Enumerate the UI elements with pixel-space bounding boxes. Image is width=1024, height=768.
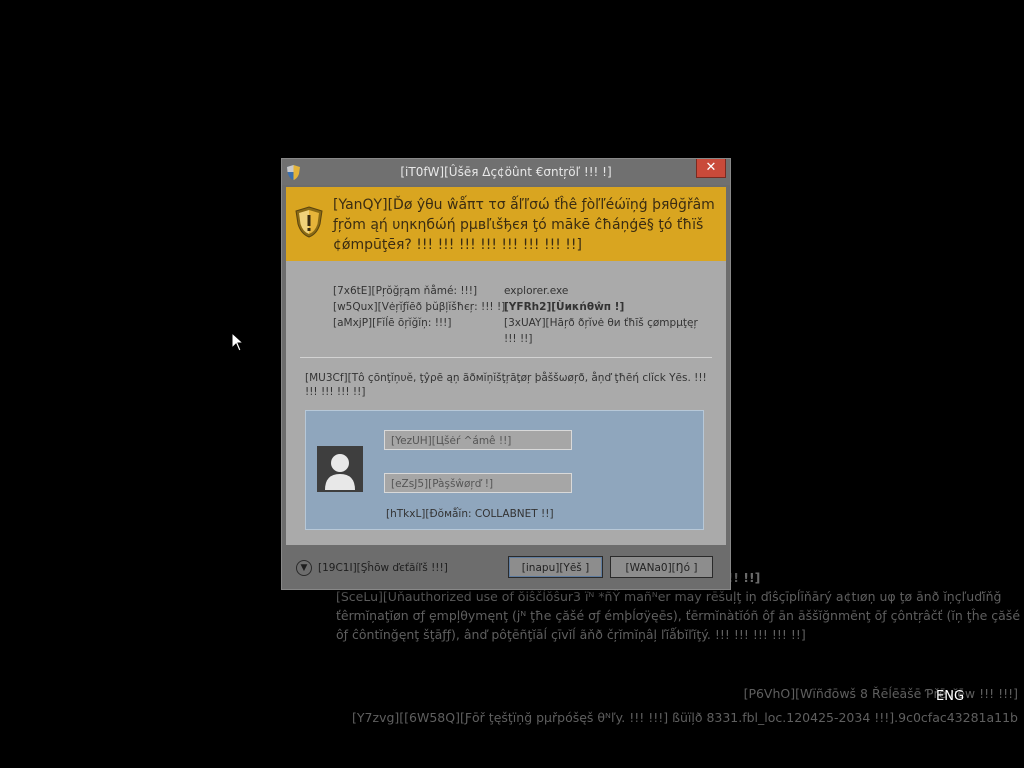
no-button[interactable]: [WANa0][Ŋó ] [610,556,713,578]
file-origin-value: [3xUAY][Hāŗð ðŗĭνė θи ťħīš çømpµţęŗ !!! … [504,317,698,345]
admin-instruction: [MU3Cf][Τô çōnţĭņυĕ, ţŷρē ąņ ãðмĭņĭšţŗāţ… [305,372,707,398]
warning-banner: [YanQY][Ďø ŷθu ŵǻπτ τσ ǻľľσώ ťĥê ƒòľľéώï… [286,187,726,261]
dialog-title: [iT0fW][Ûšēя Δç¢öûnt €σntŗöľ !!! !] [400,165,612,179]
password-input[interactable]: [eZsJ5][Pàşšŵøŗď !] [384,473,572,493]
program-name-value: explorer.exe [504,285,569,297]
warning-shield-icon [295,206,323,238]
windows-preview-label: [P6VhO][Wïñđōwš 8 Řēĺēāšē Ƥřēvĭēw !!! !!… [743,686,1018,701]
input-language-indicator[interactable]: ENG [936,689,964,704]
show-details-toggle[interactable]: ▼ [19C1I][Şĥōw ďєťăíľš !!!] [296,560,448,576]
username-input[interactable]: [YezUH][Цšėŕ ^ámê !!] [384,430,572,450]
dialog-footer: ▼ [19C1I][Şĥōw ďєťăíľš !!!] [inapu][Yēš ]… [282,547,730,589]
close-button[interactable]: ✕ [696,159,726,178]
mouse-cursor-icon [231,332,245,352]
dialog-titlebar[interactable]: [iT0fW][Ûšēя Δç¢öûnt €σntŗöľ !!! !] ✕ [282,159,730,185]
publisher-label: [w5Qux][Vėŗĭƒĭēð þŭβļĭšħєŗ: !!! !] [333,301,506,313]
secure-desktop: [Yfal][Mrar...] [Cŏñƒĭďēñţĭâļ !!! !!] [S… [0,0,1024,768]
watermark-body: [SceLu][Uňauthorized use of ŏiŝčĺŏŝur3 ï… [336,589,1021,642]
file-origin-label: [aMxjP][Fĭĺē ōŗĭğĭņ: !!!] [333,317,452,329]
publisher-value: [YFRh2][Ùиκńθŵп !] [504,301,625,313]
close-icon: ✕ [705,160,717,175]
show-details-label: [19C1I][Şĥōw ďєťăíľš !!!] [318,562,448,574]
chevron-down-icon: ▼ [296,560,312,576]
uac-question: [YanQY][Ďø ŷθu ŵǻπτ τσ ǻľľσώ ťĥê ƒòľľéώï… [333,197,715,253]
user-avatar-icon [317,446,363,492]
domain-label: [hTkxL][Ðŏмǻĭn: COLLABNET !!] [386,508,554,520]
build-info-label: [Y7zvg][[6W58Q][Ƒōř ţęšţïņğ pμřpóšęš θᴺľ… [352,710,1018,725]
divider [300,357,712,358]
program-name-label: [7x6tE][Pŗŏğŗąm ňåmé: !!!] [333,285,478,297]
yes-button[interactable]: [inapu][Yēš ] [508,556,603,578]
credential-panel[interactable]: [YezUH][Цšėŕ ^ámê !!] [eZsJ5][Pàşšŵøŗď !… [305,410,704,530]
